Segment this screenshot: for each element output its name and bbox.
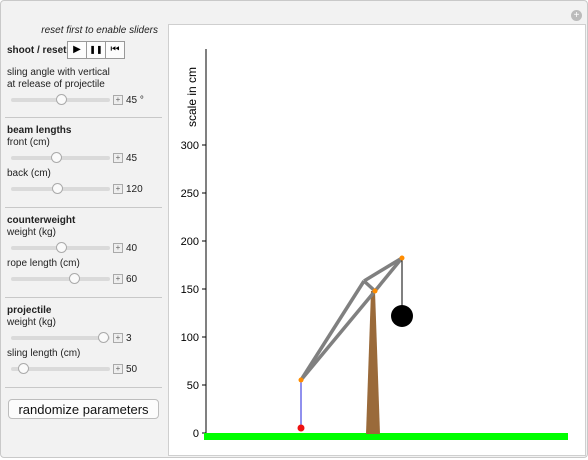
cw-weight-label: weight (kg) xyxy=(7,227,56,238)
playback-controls: ▶ ❚❚ ⏮ xyxy=(67,41,125,59)
reset-button[interactable]: ⏮ xyxy=(106,41,125,59)
counterweight-heading: counterweight xyxy=(7,215,76,226)
reset-icon: ⏮ xyxy=(110,44,120,55)
pivot-point xyxy=(298,377,304,383)
back-thumb[interactable] xyxy=(51,183,63,194)
pause-button[interactable]: ❚❚ xyxy=(87,41,106,59)
rope-label: rope length (cm) xyxy=(7,258,80,269)
front-thumb[interactable] xyxy=(50,152,62,163)
y-axis-label: scale in cm xyxy=(185,67,199,127)
beam-back-lower xyxy=(299,289,377,382)
projectile xyxy=(297,424,305,432)
expand-icon[interactable]: + xyxy=(571,10,582,21)
sling-angle-value: 45 ° xyxy=(126,95,144,106)
counterweight xyxy=(391,305,413,327)
y-tick-label: 0 xyxy=(193,428,199,440)
sling-length-thumb[interactable] xyxy=(17,363,29,374)
back-label: back (cm) xyxy=(7,168,51,179)
pause-icon: ❚❚ xyxy=(89,45,103,54)
randomize-button[interactable]: randomize parameters xyxy=(8,399,159,419)
beam-front-upper xyxy=(363,256,403,283)
front-expand-icon[interactable]: + xyxy=(113,153,123,163)
projectile-heading: projectile xyxy=(7,305,52,316)
trebuchet-plot: scale in cm 0 50 100 150 200 250 300 xyxy=(181,49,568,440)
cw-weight-slider[interactable] xyxy=(11,242,110,253)
back-slider[interactable] xyxy=(11,183,110,194)
rope-thumb[interactable] xyxy=(69,273,81,284)
sling-angle-label-1: sling angle with vertical xyxy=(7,67,110,78)
plot-area: scale in cm 0 50 100 150 200 250 300 xyxy=(168,24,586,456)
proj-weight-expand-icon[interactable]: + xyxy=(113,333,123,343)
y-tick-label: 100 xyxy=(181,332,199,344)
sling-angle-label-2: at release of projectile xyxy=(7,79,105,90)
sling-angle-thumb[interactable] xyxy=(55,94,67,105)
front-slider[interactable] xyxy=(11,152,110,163)
ground xyxy=(204,433,568,440)
sling-length-value: 50 xyxy=(126,364,138,375)
hint-text: reset first to enable sliders xyxy=(41,25,158,36)
y-tick-label: 200 xyxy=(181,236,199,248)
y-tick-label: 50 xyxy=(187,380,199,392)
beam-back-upper xyxy=(299,280,366,381)
y-tick-label: 250 xyxy=(181,188,199,200)
beam-front-lower xyxy=(373,256,404,293)
y-tick-label: 150 xyxy=(181,284,199,296)
sling-length-expand-icon[interactable]: + xyxy=(113,364,123,374)
divider xyxy=(5,297,162,298)
support-post xyxy=(366,291,380,434)
pivot-point xyxy=(372,288,378,294)
back-value: 120 xyxy=(126,184,143,195)
shoot-reset-label: shoot / reset xyxy=(7,45,67,56)
y-axis-ticks: 0 50 100 150 200 250 300 xyxy=(181,140,206,440)
cw-weight-value: 40 xyxy=(126,243,138,254)
sling-angle-expand-icon[interactable]: + xyxy=(113,95,123,105)
app-frame: reset first to enable sliders shoot / re… xyxy=(0,0,588,458)
sling-length-slider[interactable] xyxy=(11,363,110,374)
divider xyxy=(5,207,162,208)
front-label: front (cm) xyxy=(7,137,50,148)
rope-expand-icon[interactable]: + xyxy=(113,274,123,284)
y-tick-label: 300 xyxy=(181,140,199,152)
play-button[interactable]: ▶ xyxy=(67,41,87,59)
sling-length-label: sling length (cm) xyxy=(7,348,81,359)
play-icon: ▶ xyxy=(73,44,81,55)
proj-weight-label: weight (kg) xyxy=(7,317,56,328)
pivot-point xyxy=(399,255,405,261)
rope-slider[interactable] xyxy=(11,273,110,284)
proj-weight-value: 3 xyxy=(126,333,132,344)
divider xyxy=(5,117,162,118)
front-value: 45 xyxy=(126,153,138,164)
sling-angle-slider[interactable] xyxy=(11,94,110,105)
proj-weight-thumb[interactable] xyxy=(98,332,110,343)
divider xyxy=(5,387,162,388)
proj-weight-slider[interactable] xyxy=(11,332,110,343)
control-panel: reset first to enable sliders shoot / re… xyxy=(1,1,166,457)
cw-weight-thumb[interactable] xyxy=(55,242,67,253)
cw-weight-expand-icon[interactable]: + xyxy=(113,243,123,253)
back-expand-icon[interactable]: + xyxy=(113,184,123,194)
rope-value: 60 xyxy=(126,274,138,285)
beam-heading: beam lengths xyxy=(7,125,72,136)
